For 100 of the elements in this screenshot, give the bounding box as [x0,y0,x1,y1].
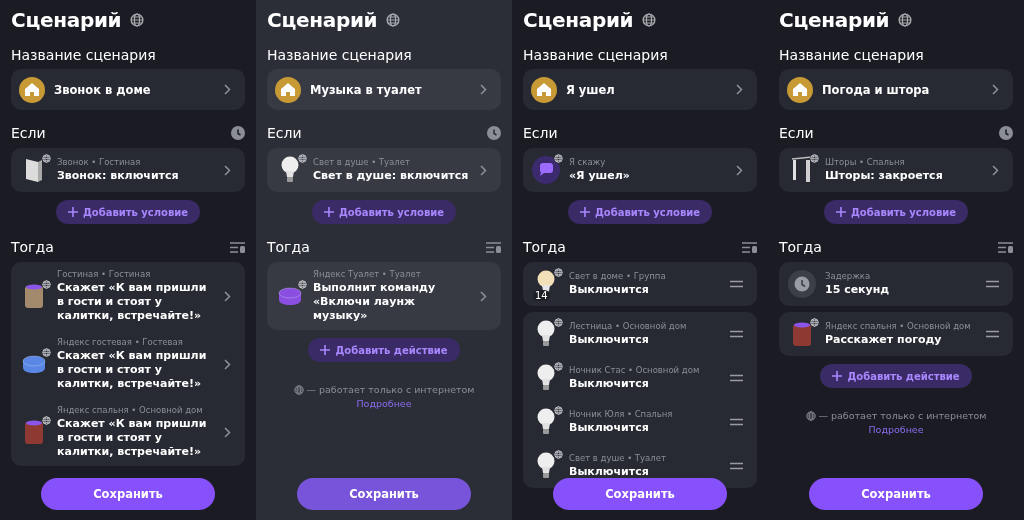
sort-list-icon[interactable] [742,241,757,253]
device-location: Ночник Юля • Спальня [569,409,674,419]
drag-handle-icon[interactable] [986,330,999,338]
scenario-name: Музыка в туалет [310,82,423,97]
action-card[interactable]: 14 Свет в доме • Группа Выключится [523,262,757,306]
chevron-right-icon[interactable] [736,84,743,95]
item-description: Шторы: закроется [825,169,944,183]
globe-icon [810,318,819,327]
sort-list-icon[interactable] [998,241,1013,253]
globe-icon [554,154,563,163]
bulb-icon [536,363,556,393]
globe-icon [554,362,563,371]
page-title: Сценарий [267,8,378,32]
drag-handle-icon[interactable] [730,418,743,426]
action-card[interactable]: Яндекс Туалет • Туалет Выполнит команду «Включи лаунж музыку» [267,262,501,330]
scenario-name-card[interactable]: Я ушел [523,69,757,110]
chevron-right-icon[interactable] [480,290,487,302]
chevron-right-icon[interactable] [224,164,231,176]
save-button[interactable]: Сохранить [41,478,215,510]
section-label: Название сценария [523,46,669,64]
chevron-right-icon[interactable] [224,426,231,438]
bulb-icon [536,451,556,481]
globe-icon [554,268,563,277]
page-title: Сценарий [11,8,122,32]
section-label: Если [267,125,302,141]
item-description: Выключится [569,465,650,479]
item-description: Скажет «К вам пришли в гости и стоят у калитки, встречайте!» [57,349,208,391]
condition-card[interactable]: Шторы • Спальня Шторы: закроется [779,148,1013,192]
drag-handle-icon[interactable] [986,280,999,288]
device-location: Яндекс спальня • Основной дом [825,321,972,331]
clock-icon[interactable] [487,126,501,140]
section-label: Тогда [779,239,822,255]
globe-icon [554,450,563,459]
chevron-right-icon[interactable] [480,164,487,176]
action-card[interactable] [11,262,245,466]
action-card[interactable]: Яндекс спальня • Основной дом Расскажет погоду [779,312,1013,356]
chevron-right-icon[interactable] [992,164,999,176]
save-button[interactable]: Сохранить [297,478,471,510]
device-location: Задержка [825,271,872,281]
scenario-name-card[interactable]: Погода и штора [779,69,1013,110]
section-label: Название сценария [267,46,413,64]
scenario-name-card[interactable]: Звонок в доме [11,69,245,110]
condition-card[interactable]: Свет в душе • Туалет Свет в душе: включится [267,148,501,192]
section-label: Если [779,125,814,141]
device-location: Ночник Стас • Основной дом [569,365,701,375]
device-location: Я скажу [569,157,607,167]
globe-icon [298,154,307,163]
bulb-icon [536,407,556,437]
condition-card[interactable]: Я скажу «Я ушел» [523,148,757,192]
clock-icon[interactable] [231,126,245,140]
clock-icon[interactable] [999,126,1013,140]
globe-icon [386,13,401,27]
item-description: Выключится [569,283,650,297]
item-description: Выключится [569,377,650,391]
add-condition-button[interactable]: Добавить условие [311,200,457,224]
item-description: 15 секунд [825,283,891,297]
add-condition-button[interactable]: Добавить условие [567,200,713,224]
section-label: Если [523,125,558,141]
drag-handle-icon[interactable] [730,374,743,382]
more-link[interactable]: Подробнее [356,398,412,409]
globe-icon [554,318,563,327]
speech-bubble-icon [532,156,560,184]
globe-icon [42,416,51,425]
save-button[interactable]: Сохранить [553,478,727,510]
sort-list-icon[interactable] [230,241,245,253]
chevron-right-icon[interactable] [224,358,231,370]
device-location: Яндекс Туалет • Туалет [313,269,422,279]
add-condition-button[interactable]: Добавить условие [55,200,201,224]
section-label: Тогда [267,239,310,255]
plus-icon [320,345,331,355]
globe-icon [805,410,816,421]
condition-card[interactable]: Звонок • Гостиная Звонок: включится [11,148,245,192]
action-card[interactable]: Задержка 15 секунд [779,262,1013,306]
globe-icon [898,13,913,27]
device-location: Лестница • Основной дом [569,321,688,331]
sort-list-icon[interactable] [486,241,501,253]
plus-icon [323,207,334,217]
item-description: Скажет «К вам пришли в гости и стоят у калитки, встречайте!» [57,281,208,323]
globe-icon [42,280,51,289]
drag-handle-icon[interactable] [730,330,743,338]
chevron-right-icon[interactable] [224,84,231,95]
add-condition-button[interactable]: Добавить условие [823,200,969,224]
doorbell-icon [23,156,45,184]
scenario-name-card[interactable]: Музыка в туалет [267,69,501,110]
chevron-right-icon[interactable] [224,290,231,302]
page-title: Сценарий [779,8,890,32]
add-action-button[interactable]: Добавить действие [820,364,972,388]
chevron-right-icon[interactable] [736,164,743,176]
drag-handle-icon[interactable] [730,462,743,470]
device-location: Яндекс гостевая • Гостевая [57,337,184,347]
save-button[interactable]: Сохранить [809,478,983,510]
globe-icon [42,154,51,163]
add-action-button[interactable]: Добавить действие [308,338,460,362]
page-title: Сценарий [523,8,634,32]
more-link[interactable]: Подробнее [868,424,924,435]
drag-handle-icon[interactable] [730,280,743,288]
chevron-right-icon[interactable] [480,84,487,95]
section-label: Тогда [523,239,566,255]
chevron-right-icon[interactable] [992,84,999,95]
action-card[interactable]: Лестница • Основной дом Выключится Ночник Стас • Основной дом Выключится Ночник Юля • Спальня Выключится Свет в душе • Туалет Выключится [523,312,757,488]
